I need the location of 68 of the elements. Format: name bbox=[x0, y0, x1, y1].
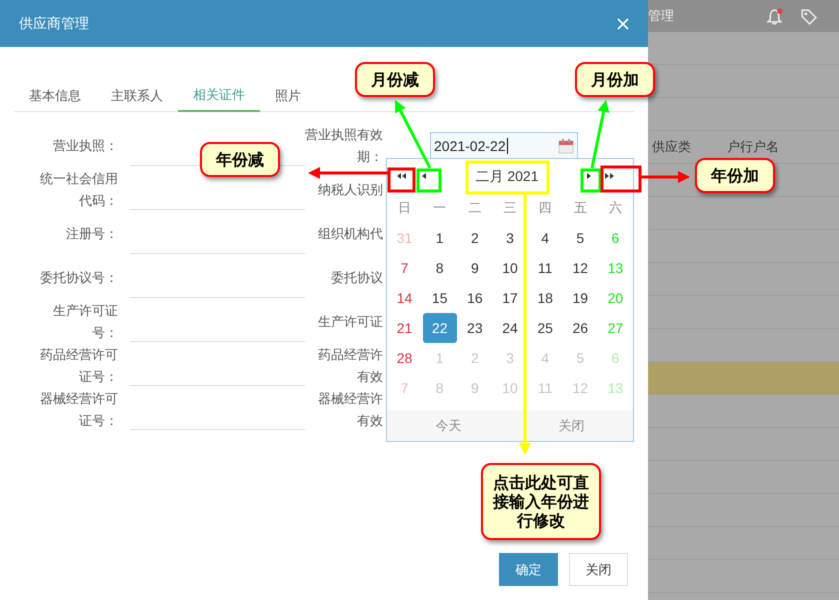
calendar-icon[interactable] bbox=[558, 138, 574, 154]
tab[interactable]: 基本信息 bbox=[14, 79, 96, 112]
field-label: 生产许可证 号： bbox=[52, 302, 118, 342]
month-year-title[interactable]: 二月 2021 bbox=[467, 163, 547, 189]
weekday-label: 四 bbox=[538, 199, 553, 218]
annotation-tooltip: 月份加 bbox=[575, 62, 655, 97]
calendar-day[interactable]: 12 bbox=[563, 253, 598, 283]
field-label: 组织机构代 bbox=[317, 225, 383, 243]
close-icon[interactable] bbox=[617, 18, 629, 30]
tab[interactable]: 相关证件 bbox=[178, 79, 260, 112]
annotation-tooltip: 年份加 bbox=[695, 158, 775, 193]
annotation-tooltip: 月份减 bbox=[355, 62, 435, 97]
calendar-day[interactable]: 26 bbox=[563, 313, 598, 343]
calendar-day[interactable]: 14 bbox=[388, 283, 422, 313]
calendar-day[interactable]: 21 bbox=[388, 313, 422, 343]
page-title: 管理 bbox=[648, 7, 674, 26]
calendar-day[interactable]: 23 bbox=[458, 313, 492, 343]
column-header: 供应类 bbox=[652, 138, 691, 156]
field-label: 委托协议号： bbox=[39, 269, 118, 287]
field-label: 生产许可证 bbox=[317, 313, 383, 331]
weekday-label: 三 bbox=[502, 199, 518, 218]
calendar-day[interactable]: 17 bbox=[492, 283, 527, 313]
calendar-day[interactable]: 16 bbox=[458, 283, 492, 313]
field-label: 纳税人识别 bbox=[317, 181, 383, 199]
column-header: 户行户名 bbox=[727, 138, 779, 156]
dialog-title: 供应商管理 bbox=[19, 14, 89, 33]
today-button[interactable]: 今天 bbox=[387, 416, 510, 436]
tab[interactable]: 主联系人 bbox=[96, 79, 178, 112]
field-label: 器械经营许 有效 bbox=[317, 390, 383, 430]
close-button[interactable]: 关闭 bbox=[569, 553, 628, 586]
weekday-label: 二 bbox=[467, 199, 482, 218]
field-label: 器械经营许可 证号： bbox=[39, 390, 118, 430]
field-label: 注册号： bbox=[65, 225, 118, 243]
calendar-day[interactable]: 15 bbox=[422, 283, 457, 313]
calendar-day[interactable]: 19 bbox=[563, 283, 598, 313]
tab[interactable]: 照片 bbox=[260, 79, 316, 112]
calendar-day[interactable]: 11 bbox=[528, 253, 562, 283]
annotation-tooltip: 年份减 bbox=[200, 142, 280, 177]
calendar-day[interactable]: 24 bbox=[492, 313, 527, 343]
calendar-day[interactable]: 8 bbox=[422, 253, 457, 283]
calendar-day[interactable]: 7 bbox=[388, 253, 422, 283]
calendar-day[interactable]: 22 bbox=[422, 313, 457, 343]
calendar-day[interactable]: 25 bbox=[528, 313, 562, 343]
calendar-day[interactable]: 10 bbox=[492, 253, 527, 283]
weekday-label: 五 bbox=[572, 199, 588, 218]
calendar-day[interactable]: 3 bbox=[492, 223, 527, 253]
calendar-day[interactable]: 1 bbox=[422, 223, 457, 253]
calendar-day[interactable]: 18 bbox=[528, 283, 562, 313]
field-label: 统一社会信用 代码： bbox=[39, 170, 118, 210]
field-label: 药品经营许可 证号： bbox=[39, 346, 118, 386]
calendar-day[interactable]: 4 bbox=[528, 223, 562, 253]
field-label: 营业执照有效 期： bbox=[305, 126, 383, 166]
field-label: 委托协议 bbox=[330, 269, 383, 287]
calendar-day[interactable]: 9 bbox=[458, 253, 492, 283]
calendar-day[interactable]: 2 bbox=[458, 223, 492, 253]
confirm-button[interactable]: 确定 bbox=[499, 553, 558, 586]
date-input-field[interactable]: 2021-02-22 bbox=[430, 132, 578, 160]
bell-icon[interactable] bbox=[766, 8, 783, 24]
field-label: 营业执照： bbox=[52, 137, 118, 155]
tag-icon[interactable] bbox=[800, 8, 817, 24]
close-button[interactable]: 关闭 bbox=[510, 416, 633, 436]
weekday-label: 日 bbox=[397, 199, 412, 218]
weekday-label: 六 bbox=[608, 199, 623, 218]
field-label: 药品经营许 有效 bbox=[317, 346, 383, 386]
calendar-day[interactable]: 5 bbox=[563, 223, 598, 253]
calendar-day[interactable]: 28 bbox=[388, 343, 422, 373]
annotation-tooltip: 点击此处可直接输入年份进行修改 bbox=[481, 463, 601, 540]
weekday-label: 一 bbox=[432, 199, 448, 218]
